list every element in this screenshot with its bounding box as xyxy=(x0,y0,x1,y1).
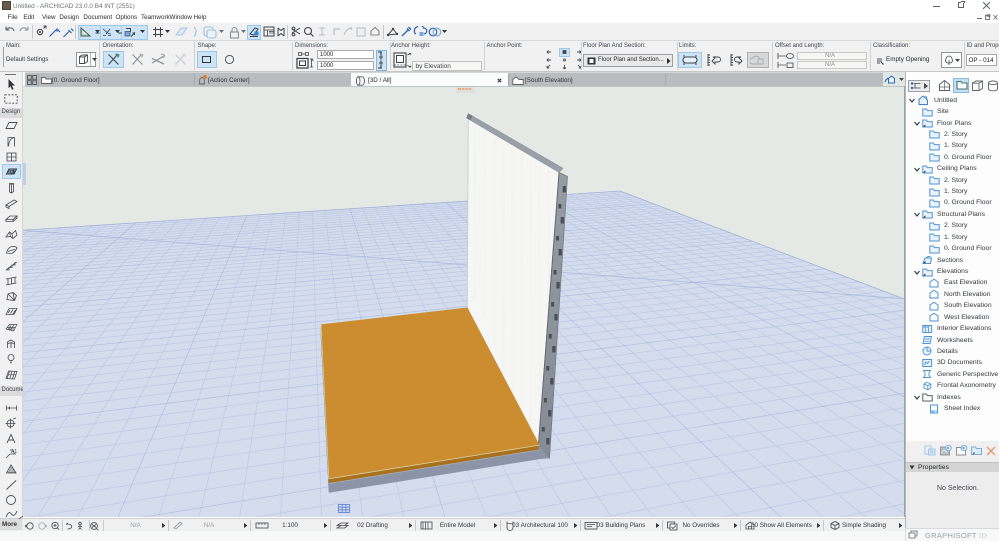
svg-text:A1: A1 xyxy=(11,449,17,455)
